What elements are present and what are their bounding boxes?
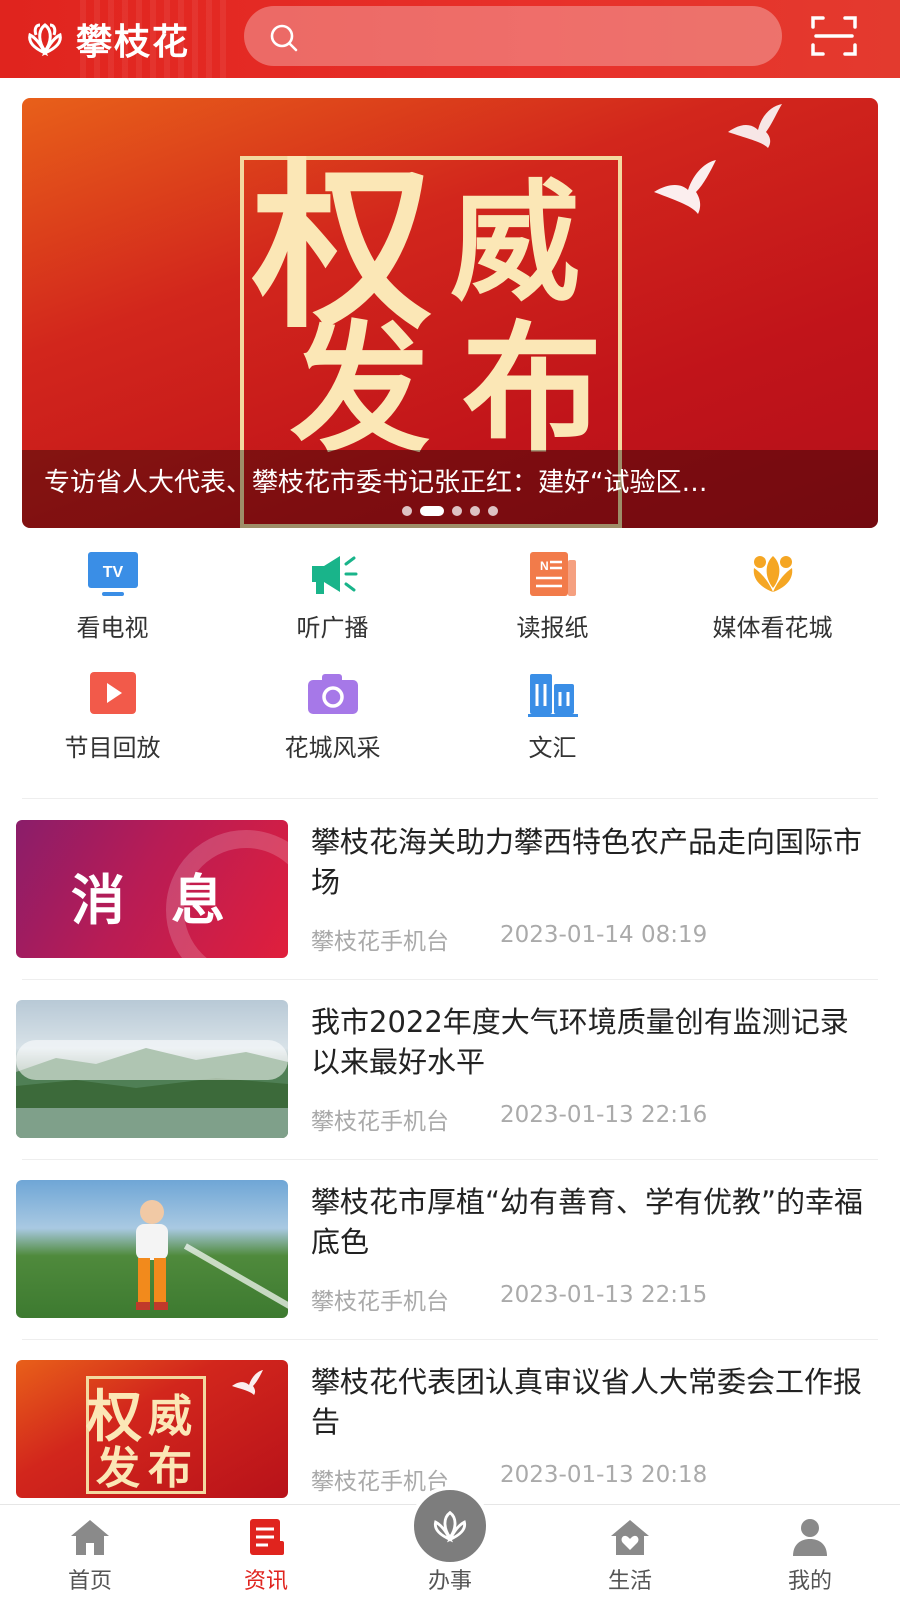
- banner-carousel[interactable]: 权 威 发 布 专访省人大代表、攀枝花市委书记张正红：建好“试验区…: [22, 98, 878, 528]
- news-item[interactable]: 消息 攀枝花海关助力攀西特色农产品走向国际市场 攀枝花手机台 2023-01-1…: [0, 820, 900, 1000]
- dove-icon: [654, 160, 716, 214]
- thumbnail-char: 发: [96, 1443, 140, 1494]
- camera-icon: [308, 674, 358, 714]
- news-source: 攀枝花手机台: [311, 1289, 449, 1315]
- shortcut-newspaper[interactable]: N 读报纸: [440, 550, 665, 660]
- banner-caption[interactable]: 专访省人大代表、攀枝花市委书记张正红：建好“试验区…: [44, 462, 854, 499]
- item-divider: [22, 1159, 878, 1160]
- news-thumbnail: 权 威 发 布: [16, 1360, 288, 1498]
- news-thumbnail: [16, 1000, 288, 1138]
- carousel-indicator: [22, 506, 878, 516]
- news-icon: [250, 1519, 284, 1555]
- tab-label: 我的: [787, 1569, 832, 1594]
- tab-news[interactable]: 资讯: [176, 1505, 356, 1600]
- news-time: 2023-01-13 20:18: [500, 1462, 708, 1488]
- play-icon: [90, 672, 136, 714]
- shortcut-radio[interactable]: 听广播: [220, 550, 445, 660]
- item-divider: [22, 1339, 878, 1340]
- news-source: 攀枝花手机台: [311, 1109, 449, 1135]
- carousel-dot[interactable]: [452, 506, 462, 516]
- child-figure: [136, 1200, 168, 1310]
- top-header: 攀枝花: [0, 0, 900, 78]
- banner-char: 威: [450, 166, 581, 319]
- carousel-dot[interactable]: [488, 506, 498, 516]
- news-title: 我市2022年度大气环境质量创有监测记录以来最好水平: [311, 1005, 849, 1079]
- news-time: 2023-01-14 08:19: [500, 922, 708, 948]
- news-time: 2023-01-13 22:16: [500, 1102, 708, 1128]
- tab-label: 生活: [607, 1569, 652, 1594]
- tv-icon: TV: [88, 552, 138, 596]
- section-divider: [22, 798, 878, 799]
- item-divider: [22, 979, 878, 980]
- carousel-dot[interactable]: [470, 506, 480, 516]
- shortcut-city-style[interactable]: 花城风采: [220, 670, 445, 780]
- house-heart-icon: [611, 1520, 649, 1555]
- carousel-dot[interactable]: [402, 506, 412, 516]
- dove-icon: [728, 104, 782, 148]
- shortcut-watch-tv[interactable]: TV 看电视: [0, 550, 225, 660]
- tab-label: 办事: [427, 1569, 472, 1594]
- news-title: 攀枝花代表团认真审议省人大常委会工作报告: [311, 1365, 863, 1439]
- carousel-dot-active[interactable]: [420, 506, 444, 516]
- center-services-button[interactable]: [410, 1486, 490, 1566]
- newspaper-icon: N: [530, 552, 576, 596]
- lake-layer: [16, 1108, 288, 1138]
- tab-label: 首页: [67, 1569, 112, 1594]
- shortcut-label: 媒体看花城: [712, 614, 833, 642]
- news-source: 攀枝花手机台: [311, 929, 449, 955]
- svg-text:TV: TV: [103, 564, 124, 581]
- banner-char: 发: [290, 308, 431, 472]
- home-icon: [71, 1520, 109, 1555]
- field-line: [183, 1243, 288, 1318]
- banner-caption-bar: 专访省人大代表、攀枝花市委书记张正红：建好“试验区…: [22, 450, 878, 528]
- flower-icon: [753, 556, 793, 592]
- shortcut-label: 听广播: [296, 614, 369, 642]
- app-title: 攀枝花: [76, 22, 191, 63]
- buildings-icon: [528, 674, 578, 717]
- shortcut-replay[interactable]: 节目回放: [0, 670, 225, 780]
- shortcut-label: 读报纸: [516, 614, 589, 642]
- tab-profile[interactable]: 我的: [720, 1505, 900, 1600]
- user-icon: [793, 1519, 827, 1556]
- banner-char: 布: [462, 308, 603, 472]
- tab-home[interactable]: 首页: [0, 1505, 180, 1600]
- dove-icon: [232, 1370, 263, 1395]
- news-title: 攀枝花海关助力攀西特色农产品走向国际市场: [311, 825, 863, 899]
- search-icon: [270, 24, 298, 52]
- flower-logo-icon: [433, 1510, 467, 1543]
- svg-text:N: N: [540, 559, 549, 573]
- app-logo[interactable]: 攀枝花: [22, 14, 190, 64]
- shortcut-label: 文汇: [528, 734, 577, 762]
- shortcut-label: 节目回放: [64, 734, 161, 762]
- shortcut-culture[interactable]: 文汇: [440, 670, 665, 780]
- search-input[interactable]: [244, 6, 782, 66]
- news-item[interactable]: 我市2022年度大气环境质量创有监测记录以来最好水平 攀枝花手机台 2023-0…: [0, 1000, 900, 1180]
- shortcut-label: 看电视: [76, 614, 149, 642]
- news-time: 2023-01-13 22:15: [500, 1282, 708, 1308]
- megaphone-icon: [312, 556, 358, 594]
- scan-icon[interactable]: [810, 14, 858, 58]
- news-thumbnail: 消息: [16, 820, 288, 958]
- news-title: 攀枝花市厚植“幼有善育、学有优教”的幸福底色: [311, 1185, 864, 1259]
- tab-label: 资讯: [243, 1569, 288, 1594]
- thumbnail-char: 布: [148, 1443, 192, 1494]
- news-thumbnail: [16, 1180, 288, 1318]
- shortcut-media-city[interactable]: 媒体看花城: [660, 550, 885, 660]
- thumbnail-text: 消息: [71, 869, 271, 932]
- fog-layer: [16, 1040, 288, 1080]
- shortcut-label: 花城风采: [284, 734, 381, 762]
- news-item[interactable]: 攀枝花市厚植“幼有善育、学有优教”的幸福底色 攀枝花手机台 2023-01-13…: [0, 1180, 900, 1360]
- flower-logo-icon: [28, 23, 62, 57]
- tab-life[interactable]: 生活: [540, 1505, 720, 1600]
- app-root: 攀枝花 权 威 发 布 专访省人大代表、攀枝花市委书记张正红：建好“试验区… T…: [0, 0, 900, 1600]
